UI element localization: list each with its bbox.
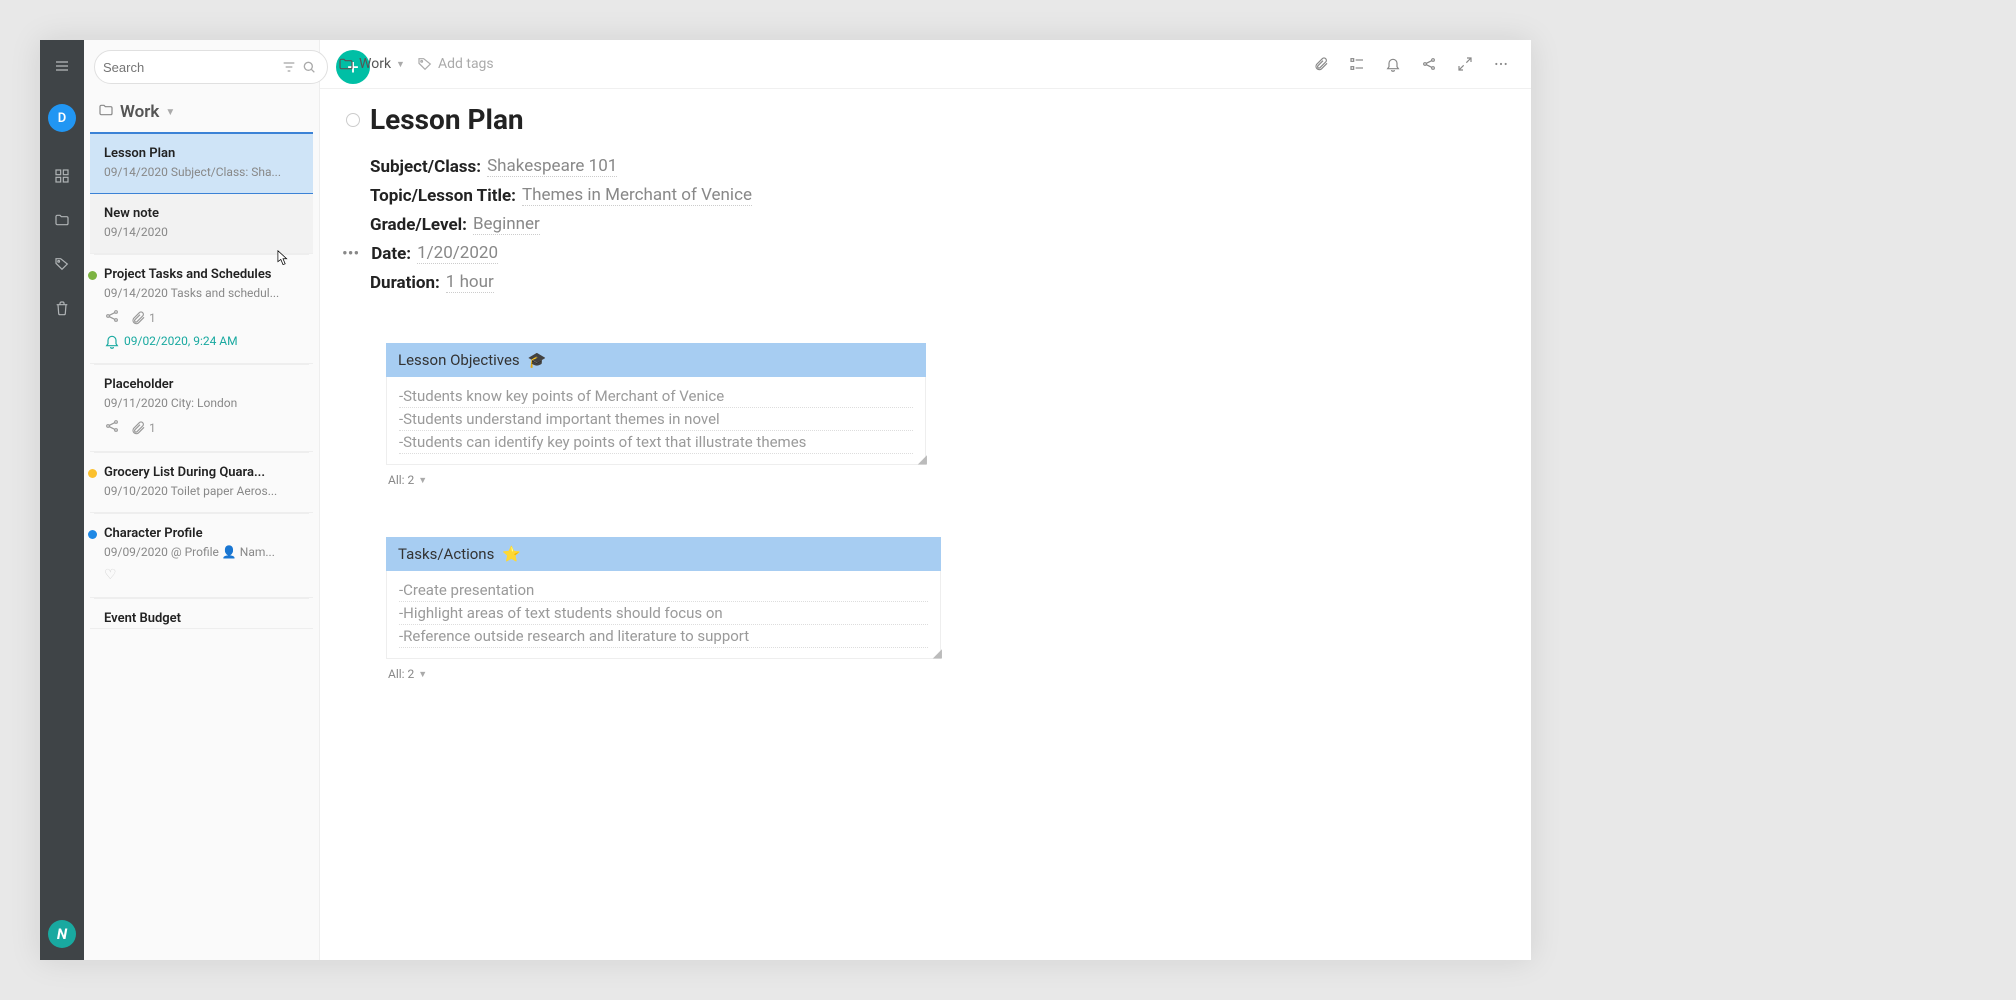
line-more-icon[interactable]: ••• xyxy=(342,244,359,264)
section-card: Tasks/Actions ⭐ -Create presentation -Hi… xyxy=(386,537,941,681)
apps-icon[interactable] xyxy=(50,164,74,188)
more-icon[interactable] xyxy=(1489,52,1513,76)
note-title: Grocery List During Quara... xyxy=(104,465,299,480)
note-item[interactable]: Project Tasks and Schedules 09/14/2020 T… xyxy=(90,255,313,364)
avatar[interactable]: D xyxy=(48,104,76,132)
list-folder-label: Work xyxy=(120,102,159,122)
note-item[interactable]: Lesson Plan 09/14/2020 Subject/Class: Sh… xyxy=(90,132,313,194)
note-title: Lesson Plan xyxy=(104,146,299,161)
note-meta: 09/14/2020 Tasks and schedul... xyxy=(104,286,299,300)
nav-rail: D N xyxy=(40,40,84,960)
section-footer[interactable]: All: 2 ▼ xyxy=(388,667,941,681)
note-item[interactable]: Grocery List During Quara... 09/10/2020 … xyxy=(90,453,313,513)
section-header[interactable]: Lesson Objectives 🎓 xyxy=(386,343,926,377)
note-item[interactable]: Placeholder 09/11/2020 City: London 1 xyxy=(90,365,313,452)
status-dot xyxy=(88,271,97,280)
status-dot-empty[interactable] xyxy=(346,113,360,127)
share-icon xyxy=(104,308,120,327)
graduation-cap-icon: 🎓 xyxy=(528,351,547,369)
trash-icon[interactable] xyxy=(50,296,74,320)
star-icon: ⭐ xyxy=(502,545,521,563)
note-meta: 09/14/2020 xyxy=(104,225,299,239)
note-list-pane: + Work ▼ Lesson Plan 09/14/2020 Subject/… xyxy=(84,40,320,960)
brand-logo[interactable]: N xyxy=(48,920,76,948)
status-dot xyxy=(88,530,97,539)
heart-icon: ♡ xyxy=(104,567,117,583)
search-input[interactable] xyxy=(94,50,328,84)
attachment-icon: 1 xyxy=(130,310,156,326)
section-footer[interactable]: All: 2 ▼ xyxy=(388,473,926,487)
add-tags-button[interactable]: Add tags xyxy=(417,56,494,72)
status-dot xyxy=(88,469,97,478)
search-field[interactable] xyxy=(103,60,279,75)
editor-toolbar: Work ▼ Add tags xyxy=(320,40,1531,89)
note-title: Event Budget xyxy=(104,611,299,626)
note-title: Placeholder xyxy=(104,377,299,392)
note-title: Project Tasks and Schedules xyxy=(104,267,299,282)
attachment-icon: 1 xyxy=(130,420,156,436)
section-body[interactable]: -Create presentation -Highlight areas of… xyxy=(386,571,941,659)
folder-icon xyxy=(98,102,114,122)
bell-icon[interactable] xyxy=(1381,52,1405,76)
chevron-down-icon: ▼ xyxy=(396,59,405,70)
note-item[interactable]: New note 09/14/2020 xyxy=(90,194,313,254)
note-meta: 09/09/2020 @ Profile 👤 Nam... xyxy=(104,545,299,559)
share-icon[interactable] xyxy=(1417,52,1441,76)
page-title[interactable]: Lesson Plan xyxy=(370,103,524,136)
checklist-icon[interactable] xyxy=(1345,52,1369,76)
section-card: Lesson Objectives 🎓 -Students know key p… xyxy=(386,343,926,487)
folder-crumb[interactable]: Work ▼ xyxy=(338,56,405,72)
note-item[interactable]: Character Profile 09/09/2020 @ Profile 👤… xyxy=(90,514,313,598)
section-header[interactable]: Tasks/Actions ⭐ xyxy=(386,537,941,571)
app-window: D N + xyxy=(40,40,1531,960)
hamburger-icon[interactable] xyxy=(50,54,74,78)
note-title: Character Profile xyxy=(104,526,299,541)
tag-icon[interactable] xyxy=(50,252,74,276)
note-meta: 09/14/2020 Subject/Class: Sha... xyxy=(104,165,299,179)
expand-icon[interactable] xyxy=(1453,52,1477,76)
filter-icon[interactable] xyxy=(279,59,299,75)
note-list[interactable]: Lesson Plan 09/14/2020 Subject/Class: Sh… xyxy=(84,132,319,960)
folder-icon[interactable] xyxy=(50,208,74,232)
attachment-icon[interactable] xyxy=(1309,52,1333,76)
search-icon[interactable] xyxy=(299,59,319,75)
share-icon xyxy=(104,418,120,437)
section-body[interactable]: -Students know key points of Merchant of… xyxy=(386,377,926,465)
editor-pane: Work ▼ Add tags Lesson Plan Subject/Clas… xyxy=(320,40,1531,960)
note-title: New note xyxy=(104,206,299,221)
editor-body[interactable]: Lesson Plan Subject/Class: Shakespeare 1… xyxy=(320,89,1531,960)
note-item[interactable]: Event Budget xyxy=(90,599,313,629)
list-folder-header[interactable]: Work ▼ xyxy=(84,94,319,132)
resize-handle-icon[interactable]: ◢ xyxy=(933,646,942,660)
chevron-down-icon: ▼ xyxy=(165,107,175,118)
reminder-label: 09/02/2020, 9:24 AM xyxy=(104,333,299,349)
list-topbar: + xyxy=(84,40,319,94)
note-meta: 09/11/2020 City: London xyxy=(104,396,299,410)
resize-handle-icon[interactable]: ◢ xyxy=(918,452,927,466)
note-meta: 09/10/2020 Toilet paper Aeros... xyxy=(104,484,299,498)
